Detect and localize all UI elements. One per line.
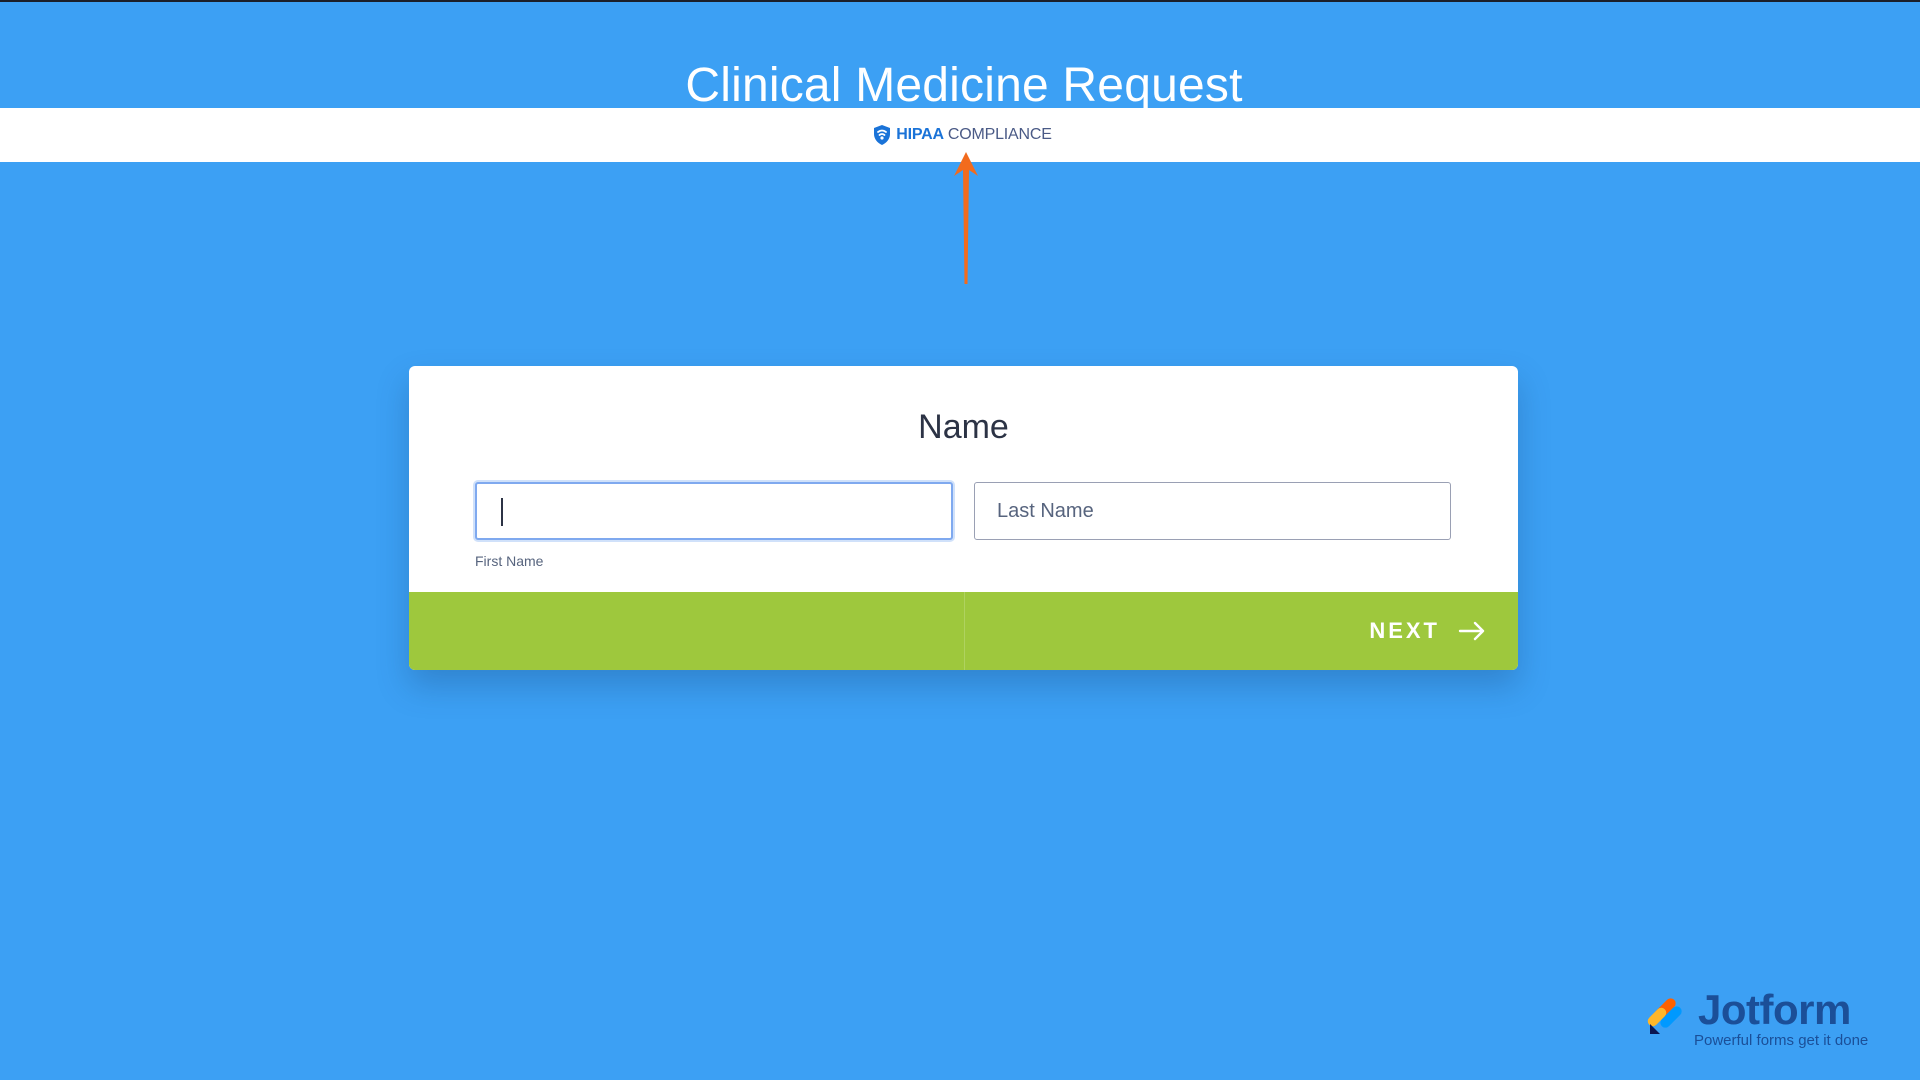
page-title: Clinical Medicine Request <box>685 59 1243 112</box>
annotation-arrow-icon <box>954 152 978 284</box>
first-name-sublabel: First Name <box>475 553 544 569</box>
question-title: Name <box>918 408 1009 446</box>
arrow-right-icon <box>1458 621 1486 641</box>
jotform-branding[interactable]: Jotform Powerful forms get it done <box>1646 986 1874 1050</box>
text-cursor <box>501 498 503 526</box>
form-navigation-bar: NEXT <box>409 592 1518 670</box>
top-border-line <box>0 0 1920 2</box>
jotform-wordmark: Jotform <box>1698 986 1851 1033</box>
jotform-logo-icon <box>1646 994 1688 1036</box>
form-card: Name First Name NEXT <box>409 366 1518 670</box>
last-name-input[interactable] <box>974 482 1451 540</box>
first-name-input[interactable] <box>475 482 953 540</box>
jotform-tagline: Powerful forms get it done <box>1694 1032 1869 1049</box>
next-button-label: NEXT <box>1369 618 1440 643</box>
hipaa-compliance-badge[interactable]: HIPAA COMPLIANCE <box>872 124 1052 146</box>
compliance-label: COMPLIANCE <box>947 126 1052 143</box>
hipaa-label: HIPAA <box>896 126 944 143</box>
next-button[interactable]: NEXT <box>1369 592 1486 670</box>
shield-icon <box>872 124 892 146</box>
nav-divider <box>964 592 965 670</box>
